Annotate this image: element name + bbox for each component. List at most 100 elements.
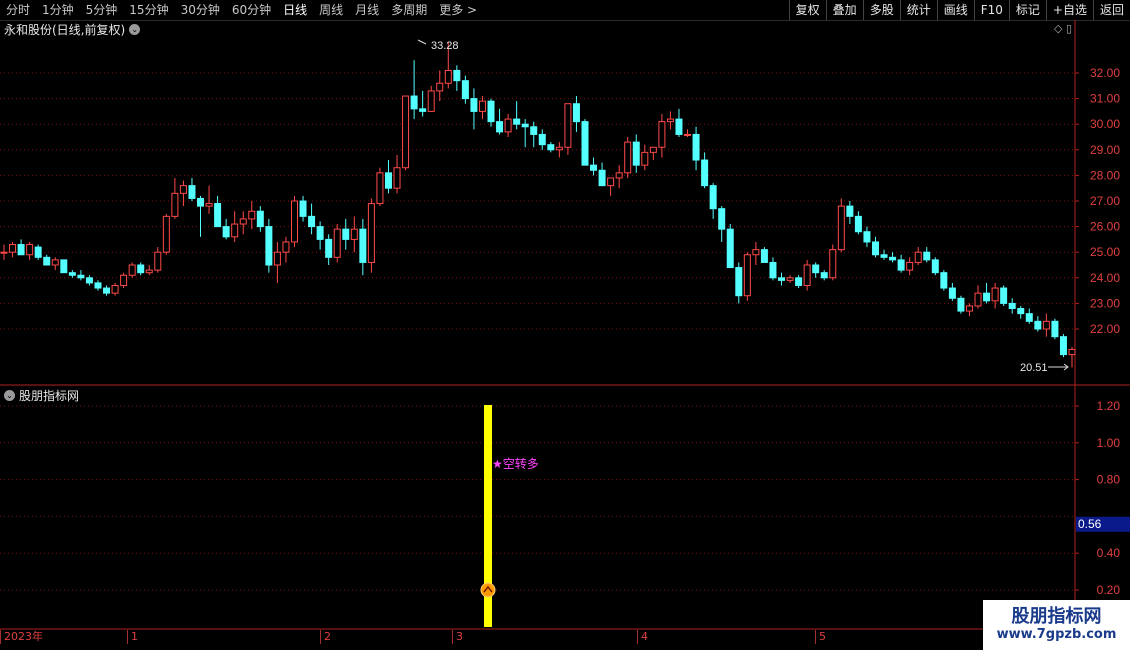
candle-body [188, 185, 196, 199]
signal-label: ★空转多 [492, 456, 539, 471]
candle-body [308, 215, 316, 228]
watermark-title: 股朋指标网 [1011, 606, 1102, 627]
date-label: 2023年 [0, 630, 43, 644]
candle-body [359, 228, 367, 263]
candle-body [846, 205, 854, 217]
candle-body [470, 98, 478, 112]
candle-body [376, 172, 384, 205]
candle-body [34, 246, 42, 258]
candle-body [521, 123, 529, 128]
low-price-label: 20.51 [1020, 362, 1048, 374]
candle-body [906, 261, 914, 271]
candle-body [222, 226, 230, 238]
candle-body [1025, 313, 1033, 322]
candle-body [1008, 302, 1016, 310]
candle-body [1059, 336, 1067, 356]
candle-body [419, 108, 427, 112]
candle-body [0, 251, 8, 254]
candle-body [453, 69, 461, 82]
candle-body [179, 185, 187, 194]
date-label: 5 [815, 630, 826, 644]
watermark: 股朋指标网 www.7gpzb.com [983, 600, 1130, 650]
candle-body [1017, 308, 1025, 315]
candle-body [478, 100, 486, 112]
candle-body [957, 297, 965, 312]
candle-body [239, 218, 247, 225]
candle-body [709, 185, 717, 210]
candle-body [871, 241, 879, 256]
candle-body [931, 259, 939, 274]
indicator-tick-label: 1.00 [1097, 436, 1121, 450]
candle-body [923, 251, 931, 261]
candle-body [624, 141, 632, 174]
candle-body [991, 287, 999, 302]
candle-body [940, 272, 948, 289]
indicator-tick-label: 1.20 [1097, 399, 1121, 413]
candle-body [205, 203, 213, 207]
candle-body [538, 133, 546, 146]
candle-body [1051, 320, 1059, 338]
chart-canvas[interactable]: 32.0031.0030.0029.0028.0027.0026.0025.00… [0, 0, 1130, 650]
date-label: 2 [320, 630, 331, 644]
price-tick-label: 31.00 [1090, 92, 1120, 106]
candle-body [342, 228, 350, 240]
candle-body [120, 274, 128, 286]
date-label: 1 [127, 630, 138, 644]
candle-body [692, 133, 700, 161]
candle-body [854, 215, 862, 233]
candle-body [273, 251, 281, 266]
price-tick-label: 30.00 [1090, 117, 1120, 131]
indicator-tick-label: 0.20 [1097, 583, 1121, 597]
candle-body [197, 197, 205, 207]
candle-body [214, 203, 222, 228]
candle-body [384, 172, 392, 189]
candle-body [632, 141, 640, 166]
candle-body [487, 100, 495, 123]
candle-body [880, 254, 888, 258]
candle-body [795, 277, 803, 286]
price-tick-label: 24.00 [1090, 271, 1120, 285]
candle-body [162, 215, 170, 253]
candle-body [718, 208, 726, 230]
candle-body [504, 118, 512, 133]
candle-body [769, 261, 777, 279]
candle-body [701, 159, 709, 187]
candle-body [68, 272, 76, 276]
candle-body [684, 133, 692, 136]
candle-body [598, 169, 606, 187]
candle-body [649, 146, 657, 153]
candle-body [820, 272, 828, 279]
candle-body [402, 95, 410, 169]
candle-body [231, 223, 239, 238]
current-value-label: 0.56 [1078, 517, 1102, 531]
indicator-tick-label: 0.40 [1097, 546, 1121, 560]
candle-body [658, 121, 666, 148]
candle-body [897, 259, 905, 271]
candle-body [154, 251, 162, 271]
high-price-label: 33.28 [431, 40, 459, 52]
candle-body [547, 144, 555, 151]
candle-body [325, 238, 333, 258]
candle-body [778, 277, 786, 281]
candle-body [564, 103, 572, 148]
candle-body [256, 210, 264, 228]
candle-body [393, 167, 401, 189]
candle-body [367, 203, 375, 263]
candle-body [94, 282, 102, 289]
watermark-url: www.7gpzb.com [996, 627, 1117, 642]
candle-body [9, 244, 17, 253]
candle-body [615, 172, 623, 179]
candle-body [812, 264, 820, 274]
candle-body [743, 254, 751, 297]
candle-body [607, 177, 615, 187]
candle-body [282, 241, 290, 253]
candle-body [735, 267, 743, 297]
candle-body [171, 192, 179, 217]
candle-body [829, 249, 837, 279]
candle-body [752, 249, 760, 256]
candle-body [265, 226, 273, 266]
candle-body [85, 277, 93, 284]
candle-body [77, 274, 85, 279]
candle-body [726, 228, 734, 269]
candle-body [103, 287, 111, 294]
